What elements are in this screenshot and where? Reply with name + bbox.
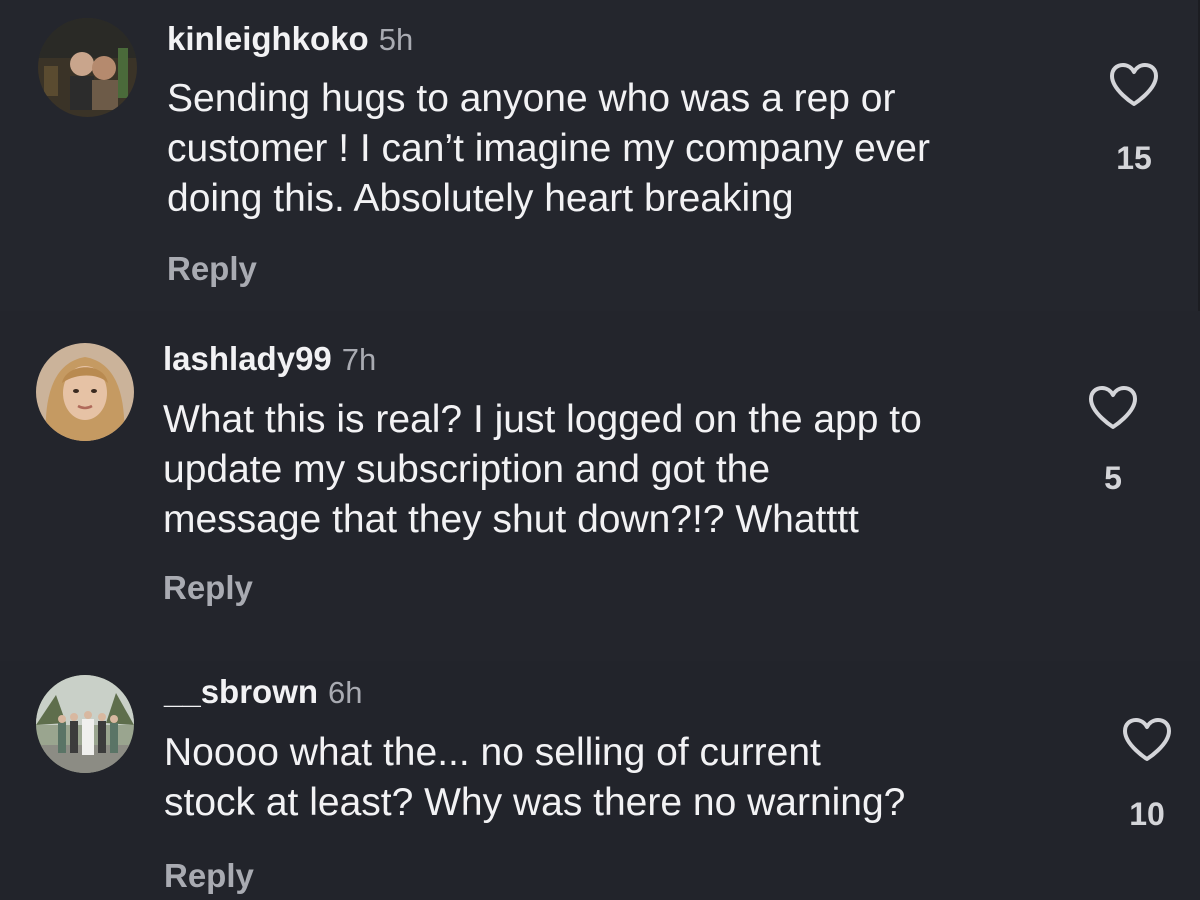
like-button[interactable] — [1087, 385, 1139, 436]
comment-text: Noooo what the... no selling of current … — [164, 731, 906, 824]
timestamp: 5h — [378, 22, 414, 57]
heart-outline-icon — [1110, 63, 1158, 106]
username-link[interactable]: kinleighkoko — [167, 20, 369, 57]
timestamp: 7h — [341, 342, 377, 377]
like-button[interactable] — [1121, 717, 1173, 768]
reply-button[interactable]: Reply — [167, 250, 257, 288]
avatar[interactable] — [36, 343, 134, 441]
heart-outline-icon — [1089, 386, 1137, 429]
comment-text: What this is real? I just logged on the … — [163, 398, 922, 541]
comment-item: kinleighkoko 5h Sending hugs to anyone wh… — [0, 0, 1200, 311]
username-link[interactable]: lashlady99 — [163, 340, 332, 377]
comment-header: __sbrown 6h — [164, 673, 363, 711]
like-count: 5 — [1104, 460, 1122, 496]
comment-header: lashlady99 7h — [163, 340, 376, 378]
avatar-couple-photo-icon — [38, 18, 137, 117]
comment-item: lashlady99 7h What this is real? I just l… — [0, 311, 1200, 661]
timestamp: 6h — [328, 675, 363, 710]
avatar-group-photo-icon — [36, 675, 134, 773]
like-button[interactable] — [1108, 62, 1160, 113]
reply-button[interactable]: Reply — [163, 569, 253, 607]
reply-button[interactable]: Reply — [164, 857, 254, 895]
username-link[interactable]: __sbrown — [164, 673, 318, 710]
like-count: 10 — [1129, 796, 1165, 832]
heart-outline-icon — [1123, 718, 1171, 761]
avatar[interactable] — [38, 18, 137, 117]
avatar[interactable] — [36, 675, 134, 773]
avatar-portrait-photo-icon — [36, 343, 134, 441]
comment-text: Sending hugs to anyone who was a rep or … — [167, 77, 930, 220]
like-count: 15 — [1116, 140, 1152, 176]
comment-item: __sbrown 6h Noooo what the... no selling … — [0, 661, 1200, 900]
comment-header: kinleighkoko 5h — [167, 20, 413, 58]
